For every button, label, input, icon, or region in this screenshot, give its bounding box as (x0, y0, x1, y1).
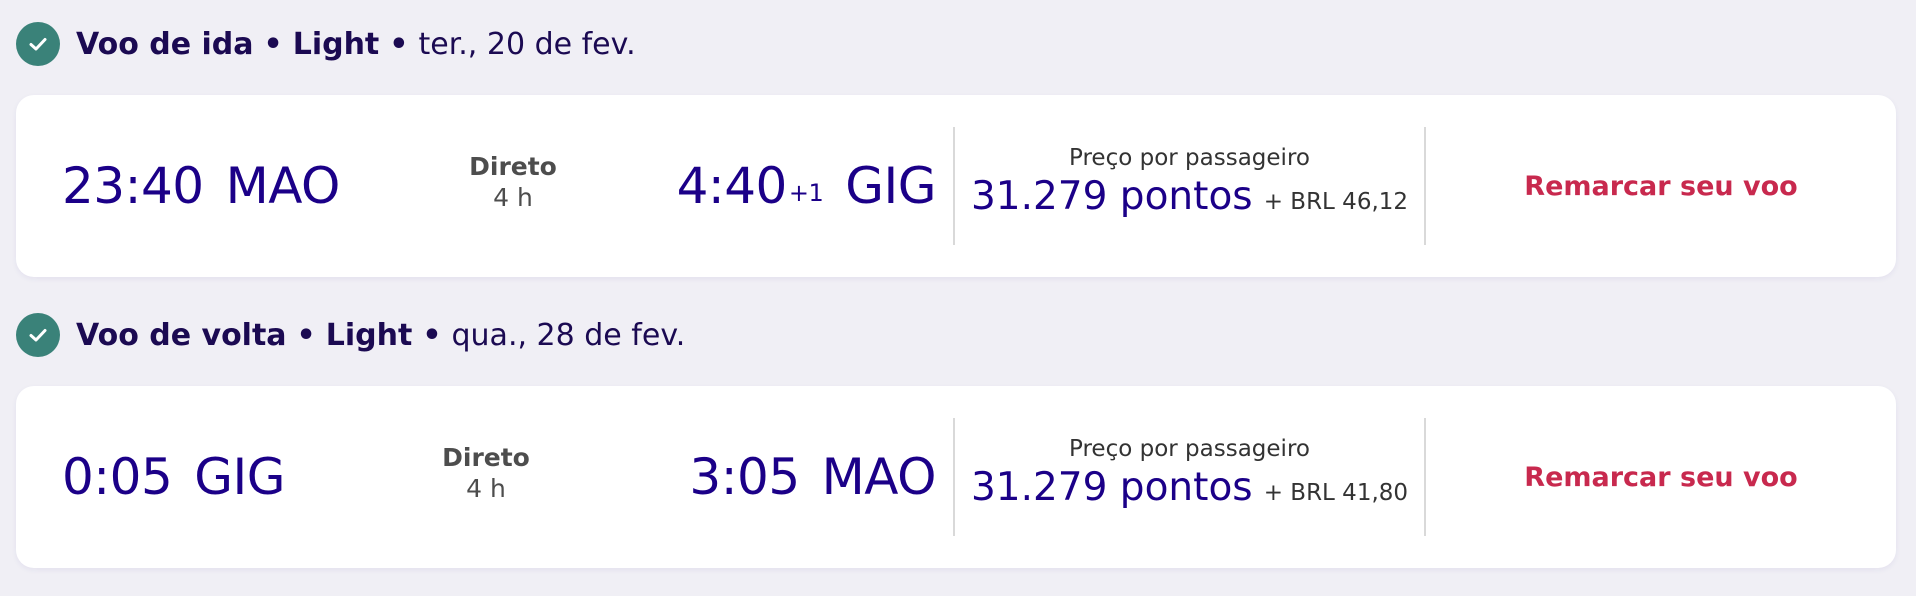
outbound-flight-card: 23:40 MAO Direto 4 h 4:40 +1 GIG Preço p… (16, 95, 1896, 277)
return-arrival: 3:05 MAO (689, 386, 936, 568)
rebook-outbound-button[interactable]: Remarcar seu voo (1426, 95, 1896, 277)
return-date: qua., 28 de fev. (451, 317, 686, 353)
price-label: Preço por passageiro (1069, 145, 1310, 171)
flight-summary-page: Voo de ida • Light • ter., 20 de fev. 23… (0, 0, 1916, 596)
departure-time: 0:05 (62, 448, 173, 506)
rebook-return-button[interactable]: Remarcar seu voo (1426, 386, 1896, 568)
taxes-amount: + BRL 46,12 (1263, 189, 1409, 215)
return-leg-label: Voo de volta (76, 317, 287, 353)
separator-dot: • (389, 26, 409, 62)
taxes-amount: + BRL 41,80 (1263, 480, 1409, 506)
stops-label: Direto (469, 152, 557, 181)
duration-label: 4 h (466, 474, 506, 503)
day-offset-badge: +1 (788, 179, 824, 207)
outbound-stop-info: Direto 4 h (443, 151, 583, 213)
outbound-header: Voo de ida • Light • ter., 20 de fev. (16, 22, 636, 66)
return-price: Preço por passageiro 31.279 pontos + BRL… (955, 434, 1424, 519)
return-header: Voo de volta • Light • qua., 28 de fev. (16, 313, 685, 357)
outbound-price: Preço por passageiro 31.279 pontos + BRL… (955, 143, 1424, 228)
return-departure: 0:05 GIG (62, 386, 286, 568)
outbound-leg-label: Voo de ida (76, 26, 254, 62)
arrival-time: 4:40 (676, 157, 788, 215)
arrival-time: 3:05 (689, 448, 800, 506)
departure-airport: MAO (225, 157, 341, 215)
outbound-arrival: 4:40 +1 GIG (676, 95, 937, 277)
price-line: 31.279 pontos + BRL 46,12 (955, 173, 1424, 228)
separator-dot: • (263, 26, 283, 62)
arrival-airport: MAO (821, 448, 937, 506)
separator-dot: • (422, 317, 442, 353)
check-circle-icon (16, 313, 60, 357)
arrival-airport: GIG (845, 157, 936, 215)
check-circle-icon (16, 22, 60, 66)
outbound-fare-label: Light (292, 26, 380, 62)
points-amount: 31.279 pontos (970, 465, 1253, 510)
stops-label: Direto (442, 443, 530, 472)
duration-label: 4 h (493, 183, 533, 212)
price-label: Preço por passageiro (1069, 436, 1310, 462)
departure-time: 23:40 (62, 157, 204, 215)
separator-dot: • (296, 317, 316, 353)
return-flight-card: 0:05 GIG Direto 4 h 3:05 MAO Preço por p… (16, 386, 1896, 568)
departure-airport: GIG (194, 448, 286, 506)
return-stop-info: Direto 4 h (416, 442, 556, 504)
return-fare-label: Light (325, 317, 413, 353)
price-line: 31.279 pontos + BRL 41,80 (955, 464, 1424, 519)
outbound-date: ter., 20 de fev. (418, 26, 636, 62)
outbound-departure: 23:40 MAO (62, 95, 340, 277)
points-amount: 31.279 pontos (970, 174, 1253, 219)
